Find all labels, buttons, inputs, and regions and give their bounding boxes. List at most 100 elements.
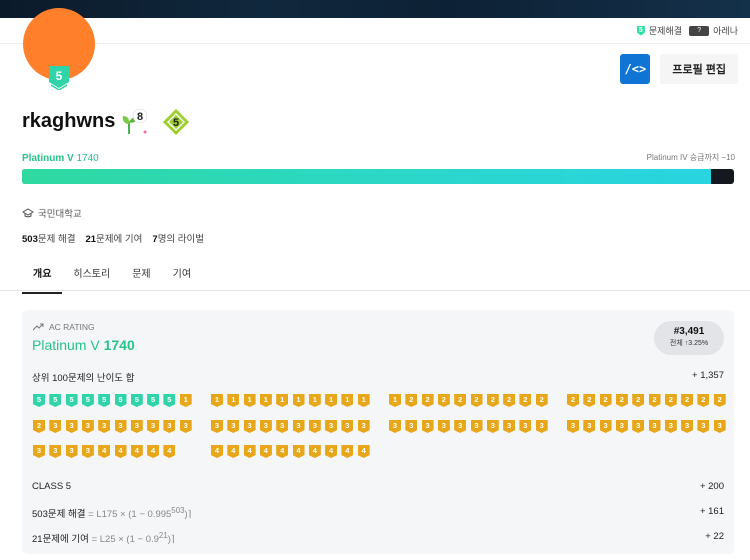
tier-badge-icon[interactable]: 3 [65,420,78,433]
tier-badge-icon[interactable]: 3 [535,420,548,433]
tier-badge-icon[interactable]: 3 [389,420,401,433]
tier-badge-icon[interactable]: 3 [81,420,94,433]
tier-badge-icon[interactable]: 3 [599,420,612,433]
tier-badge-icon[interactable]: 4 [227,445,240,458]
tier-badge-icon[interactable]: 2 [583,394,596,407]
tier-badge-icon[interactable]: 3 [583,420,596,433]
tab-history[interactable]: 히스토리 [62,256,121,294]
tier-badge-icon[interactable]: 2 [681,394,694,407]
tier-badge-icon[interactable]: 4 [292,445,305,458]
tier-badge-icon[interactable]: 1 [211,394,223,407]
tab-contributions[interactable]: 기여 [162,256,202,294]
tier-badge-icon[interactable]: 4 [276,445,289,458]
tier-badge-icon[interactable]: 4 [325,445,338,458]
tier-badge-icon[interactable]: 2 [615,394,628,407]
tab-problems[interactable]: 문제 [121,256,161,294]
tier-badge-icon[interactable]: 2 [405,394,418,407]
rank-pill[interactable]: #3,491 전체 ↑3.25% [654,321,724,355]
tier-badge-icon[interactable]: 2 [437,394,450,407]
tier-badge-icon[interactable]: 2 [470,394,483,407]
tier-badge-icon[interactable]: 3 [341,420,354,433]
tier-badge-icon[interactable]: 3 [292,420,305,433]
tier-badge-icon[interactable]: 1 [292,394,305,407]
tier-badge-icon[interactable]: 3 [98,420,111,433]
tier-badge-icon[interactable]: 4 [243,445,256,458]
tier-badge-icon[interactable]: 1 [357,394,370,407]
tier-badge-icon[interactable]: 5 [81,394,94,407]
tier-badge-icon[interactable]: 5 [65,394,78,407]
tier-badge-icon[interactable]: 2 [567,394,579,407]
stat-contributed[interactable]: 21문제에 기여 [85,231,142,245]
tier-badge-icon[interactable]: 3 [163,420,176,433]
tab-overview[interactable]: 개요 [22,256,63,294]
tier-badge-icon[interactable]: 3 [308,420,321,433]
tier-badge-icon[interactable]: 2 [664,394,677,407]
stat-solved[interactable]: 503문제 해결 [22,231,75,245]
tier-badge-icon[interactable]: 2 [454,394,467,407]
tier-badge-icon[interactable]: 3 [470,420,483,433]
tier-badge-icon[interactable]: 3 [503,420,516,433]
tier-badge-icon[interactable]: 4 [147,445,160,458]
tier-badge-icon[interactable]: 3 [454,420,467,433]
tier-badge-icon[interactable]: 2 [519,394,532,407]
arena-link[interactable]: ? 아레나 [689,24,738,37]
tier-badge-icon[interactable]: 2 [713,394,726,407]
tier-badge-icon[interactable]: 3 [681,420,694,433]
tier-badge-icon[interactable]: 5 [49,394,62,407]
tier-badge-icon[interactable]: 4 [114,445,127,458]
edit-profile-button[interactable]: 프로필 편집 [660,54,738,84]
tier-badge-icon[interactable]: 3 [632,420,645,433]
tier-badge-icon[interactable]: 1 [179,394,192,407]
tier-badge-icon[interactable]: 2 [486,394,499,407]
tier-badge-icon[interactable]: 1 [227,394,240,407]
tier-badge-icon[interactable]: 3 [325,420,338,433]
tier-badge-icon[interactable]: 1 [389,394,401,407]
tier-badge-icon[interactable]: 3 [227,420,240,433]
tier-badge-icon[interactable]: 4 [341,445,354,458]
tier-badge-icon[interactable]: 3 [49,445,62,458]
tier-badge-icon[interactable]: 3 [211,420,223,433]
tier-badge-icon[interactable]: 1 [259,394,272,407]
tier-badge-icon[interactable]: 5 [33,394,45,407]
tier-badge-icon[interactable]: 1 [308,394,321,407]
tier-badge-icon[interactable]: 4 [357,445,370,458]
tier-badge-icon[interactable]: 3 [697,420,710,433]
tier-badge-icon[interactable]: 3 [519,420,532,433]
stat-rivals[interactable]: 7명의 라이벌 [152,231,204,245]
tier-badge-icon[interactable]: 2 [33,420,45,433]
tier-badge-icon[interactable]: 3 [243,420,256,433]
tier-badge-icon[interactable]: 4 [259,445,272,458]
code-button[interactable]: /<> [620,54,651,84]
tier-badge-icon[interactable]: 4 [308,445,321,458]
tier-badge-icon[interactable]: 5 [147,394,160,407]
tier-badge-icon[interactable]: 3 [49,420,62,433]
school[interactable]: 국민대학교 [22,206,82,220]
tier-badge-icon[interactable]: 3 [713,420,726,433]
tier-badge-icon[interactable]: 2 [697,394,710,407]
tier-badge-icon[interactable]: 3 [421,420,434,433]
tier-badge-icon[interactable]: 3 [130,420,143,433]
tier-badge-icon[interactable]: 4 [211,445,223,458]
tier-badge-icon[interactable]: 2 [503,394,516,407]
tier-badge-icon[interactable]: 3 [65,445,78,458]
tier-badge-icon[interactable]: 3 [147,420,160,433]
tier-badge-icon[interactable]: 5 [98,394,111,407]
tier-badge-icon[interactable]: 3 [405,420,418,433]
tier-badge-icon[interactable]: 4 [98,445,111,458]
tier-badge-icon[interactable]: 1 [276,394,289,407]
tier-badge-icon[interactable]: 3 [648,420,661,433]
tier-badge-icon[interactable]: 4 [163,445,176,458]
tier-badge-icon[interactable]: 2 [599,394,612,407]
tier-badge-icon[interactable]: 2 [535,394,548,407]
tier-badge-icon[interactable]: 3 [486,420,499,433]
tier-badge-icon[interactable]: 1 [243,394,256,407]
tier-badge-icon[interactable]: 3 [33,445,45,458]
tier-badge-icon[interactable]: 2 [632,394,645,407]
tier-badge-icon[interactable]: 3 [437,420,450,433]
tier-badge-icon[interactable]: 5 [114,394,127,407]
tier-badge-icon[interactable]: 3 [81,445,94,458]
tier-badge-icon[interactable]: 2 [421,394,434,407]
tier-badge-icon[interactable]: 3 [179,420,192,433]
tier-badge-icon[interactable]: 1 [325,394,338,407]
tier-badge-icon[interactable]: 3 [664,420,677,433]
